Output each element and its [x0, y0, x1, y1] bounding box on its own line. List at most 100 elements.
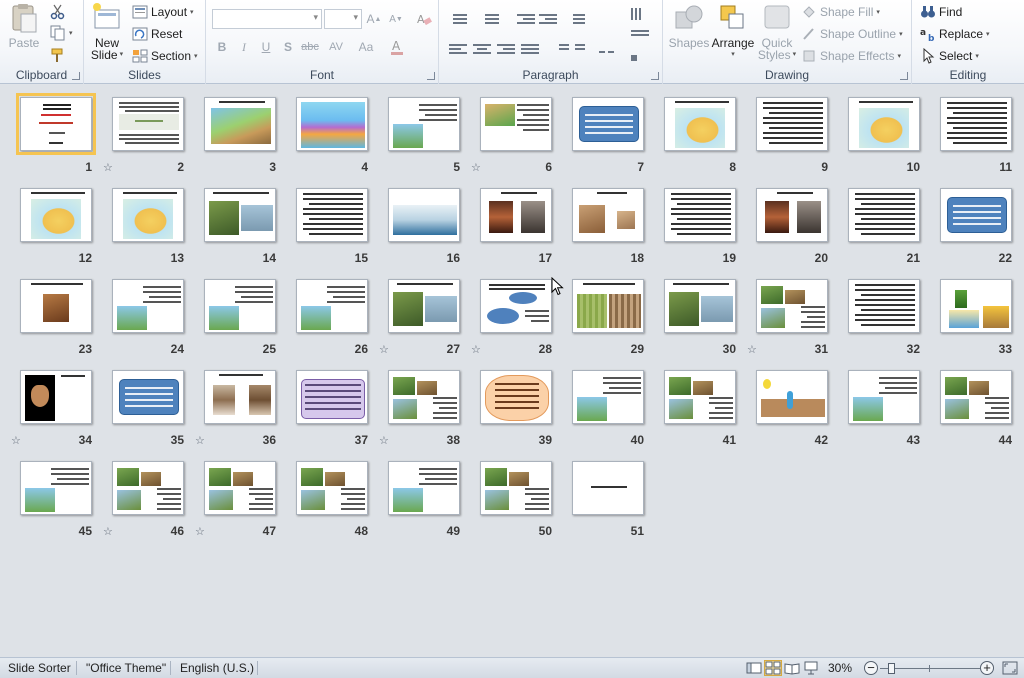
normal-view-button[interactable] [745, 660, 763, 676]
slide-thumbnail[interactable] [480, 188, 552, 242]
layout-button[interactable]: Layout ▾ [132, 4, 194, 20]
slide-thumbnail[interactable] [940, 97, 1012, 151]
slide-sorter-view-button[interactable] [764, 660, 782, 676]
animation-star-icon[interactable]: ☆ [11, 435, 23, 447]
slide-thumbnail[interactable] [940, 188, 1012, 242]
arrange-button[interactable]: Arrange ▾ [711, 2, 755, 61]
align-text-icon[interactable] [631, 28, 649, 42]
slide-thumbnail[interactable] [664, 97, 736, 151]
font-family-combo[interactable] [212, 9, 322, 29]
shadow-button[interactable]: S [278, 38, 298, 56]
zoom-in-button[interactable]: + [980, 661, 994, 675]
slide-thumbnail[interactable] [756, 279, 828, 333]
slide-thumbnail[interactable] [388, 279, 460, 333]
animation-star-icon[interactable]: ☆ [471, 162, 483, 174]
replace-button[interactable]: ab Replace ▾ [920, 26, 990, 44]
clear-formatting-icon[interactable]: A [414, 10, 434, 28]
animation-star-icon[interactable]: ☆ [379, 435, 391, 447]
justify-icon[interactable] [521, 42, 539, 56]
new-slide-button[interactable]: New Slide ▾ [90, 2, 124, 61]
zoom-out-button[interactable]: − [864, 661, 878, 675]
theme-name[interactable]: "Office Theme" [86, 661, 166, 675]
slide-thumbnail[interactable] [388, 461, 460, 515]
slide-thumbnail[interactable] [848, 188, 920, 242]
text-direction-icon[interactable] [631, 6, 649, 20]
character-spacing-button[interactable]: AV [326, 38, 346, 56]
font-launcher-icon[interactable] [427, 72, 435, 80]
underline-button[interactable]: U [256, 38, 276, 56]
strikethrough-button[interactable]: abc [300, 38, 320, 56]
slide-thumbnail[interactable] [204, 188, 276, 242]
fit-to-window-icon[interactable] [1002, 661, 1018, 675]
slide-thumbnail[interactable] [940, 279, 1012, 333]
animation-star-icon[interactable]: ☆ [195, 435, 207, 447]
slide-thumbnail[interactable] [756, 370, 828, 424]
rtl-icon[interactable] [551, 42, 569, 56]
slide-thumbnail[interactable] [16, 93, 96, 155]
slide-thumbnail[interactable] [940, 370, 1012, 424]
shrink-font-button[interactable]: A ▼ [386, 10, 406, 28]
paste-button[interactable]: Paste [6, 2, 42, 49]
font-color-button[interactable]: A [388, 38, 408, 56]
animation-star-icon[interactable]: ☆ [379, 344, 391, 356]
animation-star-icon[interactable]: ☆ [195, 526, 207, 538]
slide-thumbnail[interactable] [388, 188, 460, 242]
align-center-icon[interactable] [473, 42, 491, 56]
slide-thumbnail[interactable] [664, 188, 736, 242]
slide-thumbnail[interactable] [572, 370, 644, 424]
slide-thumbnail[interactable] [848, 97, 920, 151]
animation-star-icon[interactable]: ☆ [747, 344, 759, 356]
font-size-combo[interactable] [324, 9, 362, 29]
smartart-icon[interactable] [631, 50, 649, 64]
slide-thumbnail[interactable] [20, 188, 92, 242]
slide-thumbnail[interactable] [296, 97, 368, 151]
shape-outline-button[interactable]: Shape Outline ▾ [801, 26, 903, 42]
italic-button[interactable]: I [234, 38, 254, 56]
slide-thumbnail[interactable] [296, 188, 368, 242]
slide-thumbnail[interactable] [756, 97, 828, 151]
columns-icon[interactable] [599, 42, 617, 56]
slide-thumbnail[interactable] [480, 279, 552, 333]
change-case-button[interactable]: Aa [356, 38, 376, 56]
bullets-icon[interactable] [449, 12, 467, 26]
animation-star-icon[interactable]: ☆ [471, 344, 483, 356]
slide-thumbnail[interactable] [480, 370, 552, 424]
slide-thumbnail[interactable] [572, 188, 644, 242]
slide-thumbnail[interactable] [756, 188, 828, 242]
slide-thumbnail[interactable] [112, 97, 184, 151]
slide-thumbnail[interactable] [572, 461, 644, 515]
slide-thumbnail[interactable] [848, 279, 920, 333]
slide-thumbnail[interactable] [204, 97, 276, 151]
slide-sorter-pane[interactable]: 1 2 ☆ 3 4 5 6 ☆ 7 8 9 10 11 12 13 14 15 16 17 18 19 20 21 22 23 2… [0, 85, 1024, 657]
line-spacing-icon[interactable] [567, 12, 585, 26]
zoom-slider-thumb[interactable] [888, 663, 896, 674]
zoom-level[interactable]: 30% [828, 661, 852, 675]
quick-styles-button[interactable]: Quick Styles ▾ [757, 2, 797, 61]
reading-view-button[interactable] [783, 660, 801, 676]
slide-thumbnail[interactable] [112, 188, 184, 242]
slide-thumbnail[interactable] [20, 279, 92, 333]
slide-thumbnail[interactable] [664, 279, 736, 333]
drawing-launcher-icon[interactable] [900, 72, 908, 80]
slide-thumbnail[interactable] [664, 370, 736, 424]
grow-font-button[interactable]: A ▲ [364, 10, 384, 28]
slide-thumbnail[interactable] [296, 370, 368, 424]
slide-thumbnail[interactable] [480, 97, 552, 151]
section-button[interactable]: Section ▾ [132, 48, 198, 64]
ltr-icon[interactable] [575, 42, 593, 56]
slide-thumbnail[interactable] [848, 370, 920, 424]
slide-thumbnail[interactable] [20, 461, 92, 515]
slide-thumbnail[interactable] [112, 370, 184, 424]
bold-button[interactable]: B [212, 38, 232, 56]
slide-thumbnail[interactable] [572, 279, 644, 333]
slide-thumbnail[interactable] [388, 97, 460, 151]
slide-thumbnail[interactable] [204, 461, 276, 515]
slide-thumbnail[interactable] [112, 279, 184, 333]
find-button[interactable]: Find [920, 4, 962, 20]
copy-button[interactable]: ▾ [50, 25, 73, 41]
cut-button[interactable] [50, 4, 66, 20]
format-painter-button[interactable] [50, 47, 66, 63]
slide-thumbnail[interactable] [388, 370, 460, 424]
align-right-icon[interactable] [497, 42, 515, 56]
slide-thumbnail[interactable] [204, 279, 276, 333]
